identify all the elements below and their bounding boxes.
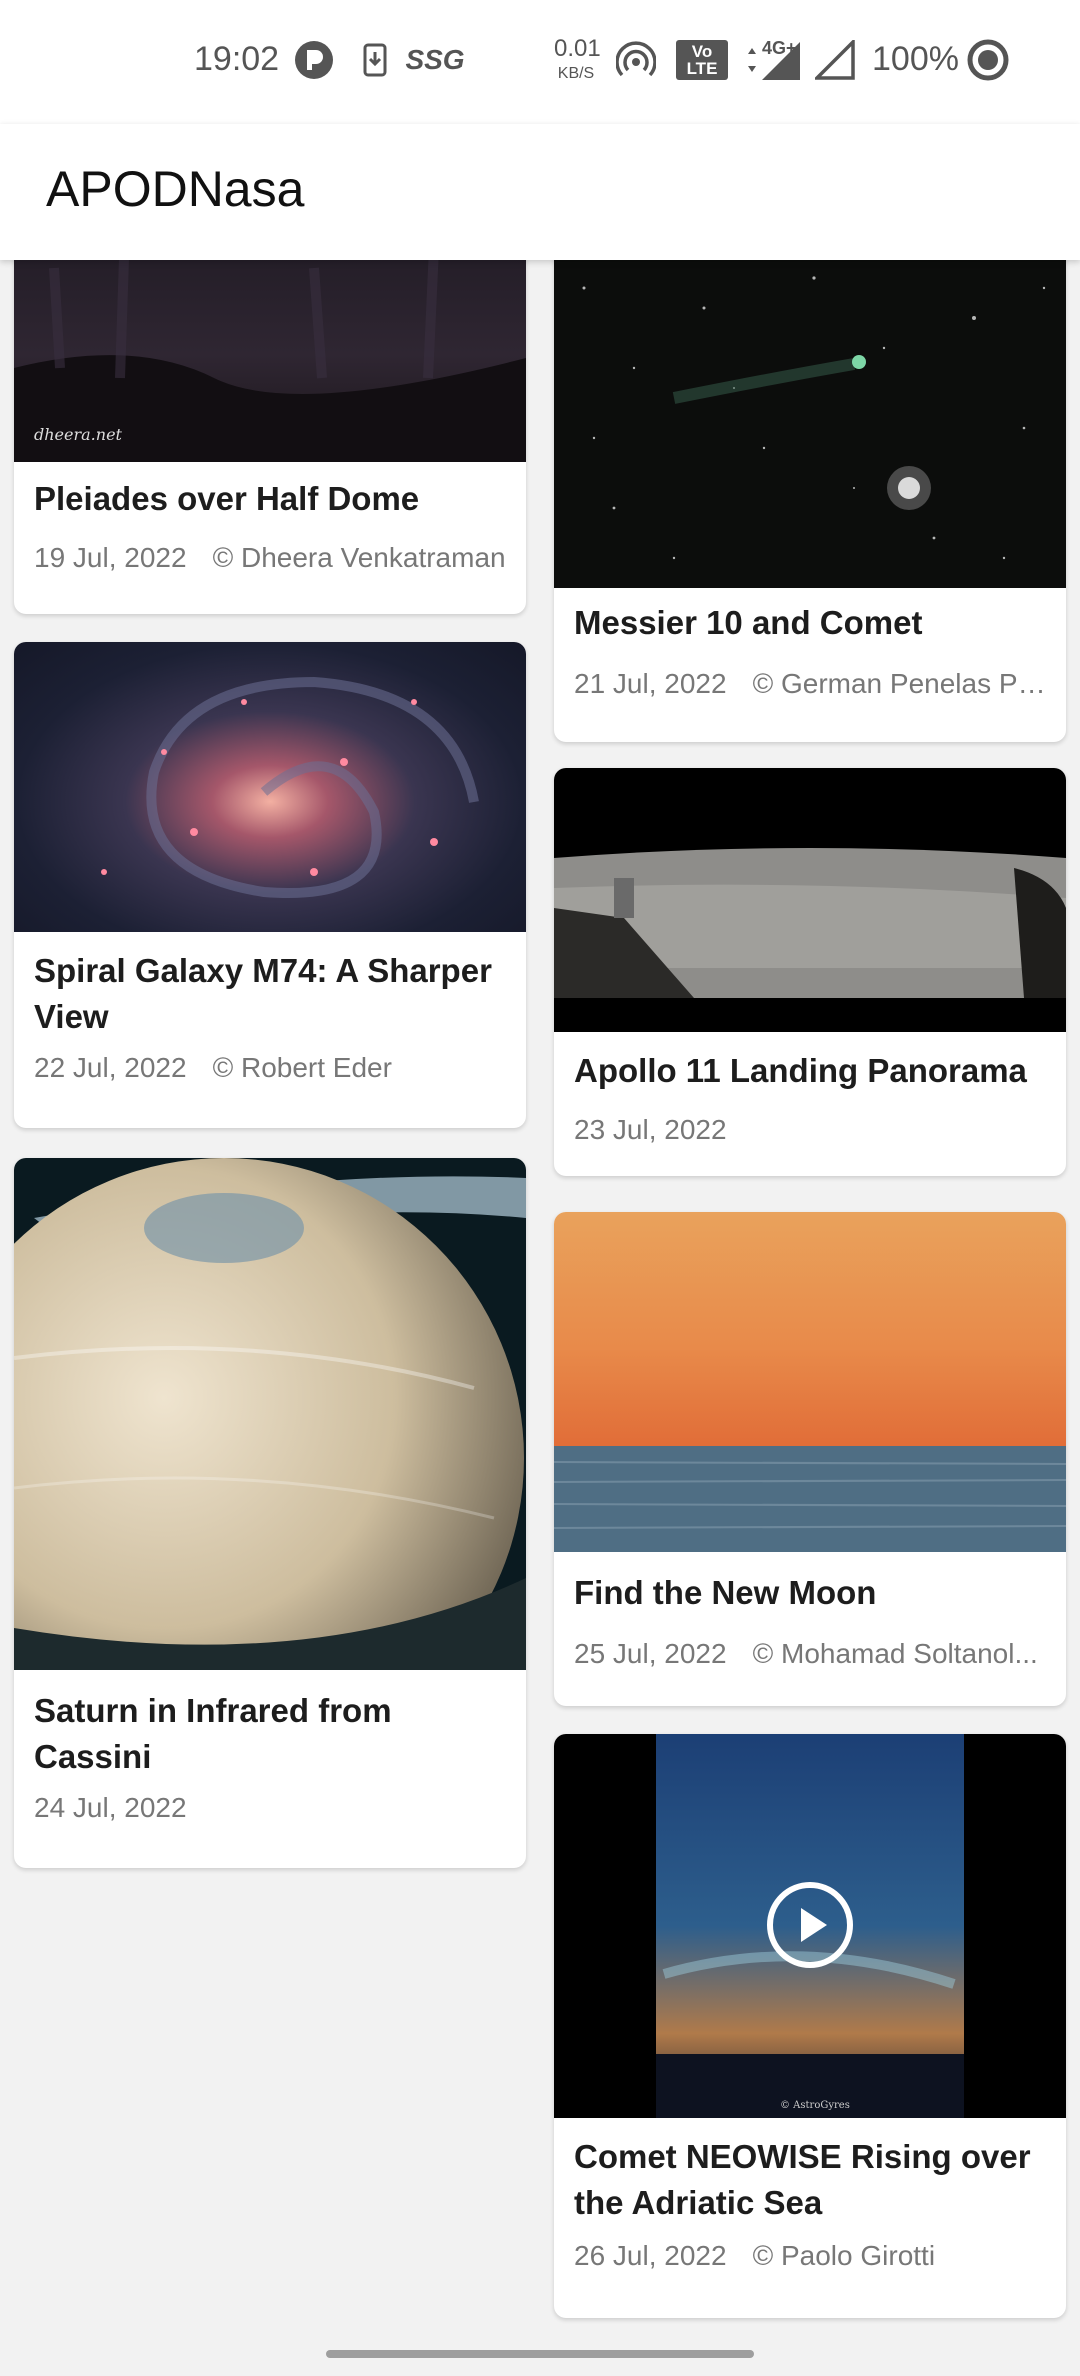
card-meta: 26 Jul, 2022 © Paolo Girotti	[574, 2240, 1052, 2272]
card-title: Comet NEOWISE Rising over the Adriatic S…	[574, 2138, 1031, 2221]
battery-ring-icon	[966, 39, 1010, 81]
apod-image[interactable]: dheera.net	[14, 260, 526, 462]
volte-label: Vo LTE	[676, 40, 728, 80]
download-icon	[360, 40, 390, 80]
image-watermark: dheera.net	[34, 425, 123, 444]
card-copyright: © Mohamad Soltanol...	[752, 1638, 1038, 1669]
card-copyright: © German Penelas Pe...	[752, 668, 1052, 699]
play-icon[interactable]	[765, 1880, 855, 1970]
card-title: Find the New Moon	[574, 1574, 877, 1611]
battery-percent: 100%	[872, 40, 959, 78]
apod-image[interactable]	[554, 768, 1066, 1032]
card-title: Messier 10 and Comet	[574, 604, 923, 641]
card-copyright: © Paolo Girotti	[752, 2240, 936, 2271]
card-meta: 25 Jul, 2022 © Mohamad Soltanol...	[574, 1638, 1052, 1670]
card-copyright: © Dheera Venkatraman	[212, 542, 506, 573]
signal-empty-icon	[814, 40, 856, 80]
apod-card[interactable]: Spiral Galaxy M74: A Sharper View 22 Jul…	[14, 642, 526, 1128]
ssg-icon: SSG	[405, 44, 465, 75]
status-bar: 19:02 SSG 0.01 KB/S Vo LTE 4G+ 100%	[0, 0, 1080, 124]
volte-icon: Vo LTE	[676, 40, 728, 80]
card-date: 24 Jul, 2022	[34, 1792, 187, 1823]
apod-card[interactable]: Saturn in Infrared from Cassini 24 Jul, …	[14, 1158, 526, 1868]
net-speed: 0.01 KB/S	[554, 35, 601, 85]
image-watermark: © AstroGyres	[780, 2100, 850, 2111]
card-meta: 22 Jul, 2022 © Robert Eder	[34, 1052, 512, 1084]
apod-card[interactable]: Messier 10 and Comet 21 Jul, 2022 © Germa…	[554, 260, 1066, 742]
notification-p-icon	[294, 40, 334, 80]
apod-card[interactable]: Find the New Moon 25 Jul, 2022 © Mohamad …	[554, 1212, 1066, 1706]
card-copyright: © Robert Eder	[212, 1052, 392, 1083]
card-title: Apollo 11 Landing Panorama	[574, 1052, 1027, 1089]
apod-video-thumbnail[interactable]: © AstroGyres	[554, 1734, 1066, 2118]
apod-card[interactable]: Apollo 11 Landing Panorama 23 Jul, 2022	[554, 768, 1066, 1176]
status-time: 19:02	[194, 40, 280, 78]
navigation-bar	[0, 2330, 1080, 2376]
card-date: 26 Jul, 2022	[574, 2240, 727, 2271]
gesture-handle[interactable]	[326, 2350, 754, 2358]
app-bar: APODNasa	[0, 124, 1080, 260]
card-title: Pleiades over Half Dome	[34, 480, 420, 517]
card-date: 25 Jul, 2022	[574, 1638, 727, 1669]
card-meta: 24 Jul, 2022	[34, 1792, 512, 1824]
card-meta: 23 Jul, 2022	[574, 1114, 1052, 1146]
card-date: 22 Jul, 2022	[34, 1052, 187, 1083]
apod-card[interactable]: © AstroGyres Comet NEOWISE Rising over t…	[554, 1734, 1066, 2318]
card-meta: 21 Jul, 2022 © German Penelas Pe...	[574, 668, 1052, 700]
net-speed-unit: KB/S	[557, 65, 595, 82]
network-type: 4G+	[762, 38, 797, 58]
apod-image[interactable]	[14, 1158, 526, 1670]
apod-image[interactable]	[554, 260, 1066, 588]
app-title: APODNasa	[46, 161, 305, 217]
apod-card[interactable]: dheera.net Pleiades over Half Dome 19 Ju…	[14, 260, 526, 614]
hotspot-icon	[616, 40, 656, 80]
apod-image[interactable]	[14, 642, 526, 932]
net-speed-value: 0.01	[554, 35, 601, 62]
apod-feed[interactable]: dheera.net Pleiades over Half Dome 19 Ju…	[0, 260, 1080, 2330]
card-title: Spiral Galaxy M74: A Sharper View	[34, 952, 492, 1035]
card-title: Saturn in Infrared from Cassini	[34, 1692, 392, 1775]
card-date: 19 Jul, 2022	[34, 542, 187, 573]
card-meta: 19 Jul, 2022 © Dheera Venkatraman	[34, 542, 512, 574]
apod-image[interactable]	[554, 1212, 1066, 1552]
card-date: 21 Jul, 2022	[574, 668, 727, 699]
card-date: 23 Jul, 2022	[574, 1114, 727, 1145]
